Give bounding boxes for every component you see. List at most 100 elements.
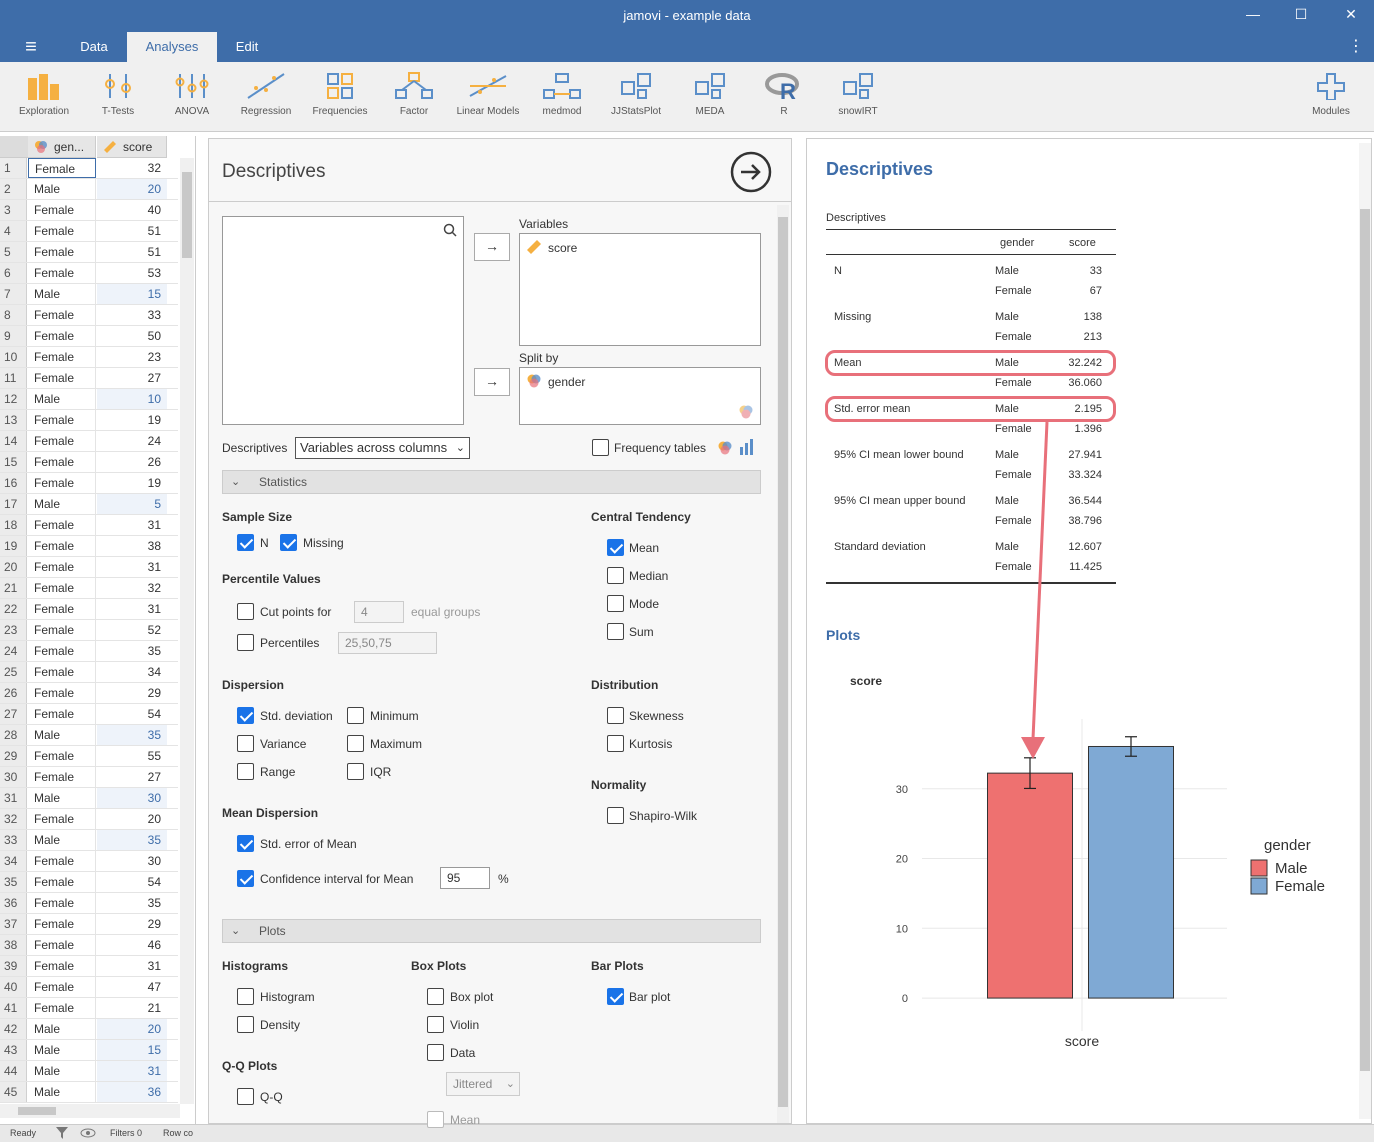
gender-cell[interactable]: Male [28, 284, 96, 304]
table-row[interactable]: 28 Male 35 [0, 725, 178, 746]
gender-cell[interactable]: Female [28, 431, 96, 451]
score-cell[interactable]: 50 [97, 326, 167, 346]
score-cell[interactable]: 34 [97, 662, 167, 682]
iqr-checkbox[interactable] [347, 763, 364, 780]
close-button[interactable]: ✕ [1336, 6, 1366, 26]
row-number[interactable]: 8 [0, 305, 27, 325]
score-cell[interactable]: 51 [97, 221, 167, 241]
gender-cell[interactable]: Female [28, 620, 96, 640]
table-row[interactable]: 40 Female 47 [0, 977, 178, 998]
row-number[interactable]: 20 [0, 557, 27, 577]
std-deviation-checkbox[interactable] [237, 707, 254, 724]
row-number[interactable]: 41 [0, 998, 27, 1018]
median-checkbox[interactable] [607, 567, 624, 584]
anova-button[interactable]: ANOVA [157, 68, 227, 128]
score-cell[interactable]: 26 [97, 452, 167, 472]
score-cell[interactable]: 15 [97, 1040, 167, 1060]
gender-cell[interactable]: Male [28, 1082, 96, 1102]
score-cell[interactable]: 35 [97, 641, 167, 661]
meda-button[interactable]: MEDA [675, 68, 745, 128]
table-row[interactable]: 41 Female 21 [0, 998, 178, 1019]
missing-checkbox[interactable] [280, 534, 297, 551]
score-cell[interactable]: 31 [97, 1061, 167, 1081]
gender-cell[interactable]: Female [28, 809, 96, 829]
gender-cell[interactable]: Female [28, 221, 96, 241]
gender-cell[interactable]: Female [28, 746, 96, 766]
table-row[interactable]: 39 Female 31 [0, 956, 178, 977]
gender-cell[interactable]: Female [28, 326, 96, 346]
gender-cell[interactable]: Male [28, 830, 96, 850]
gender-cell[interactable]: Female [28, 536, 96, 556]
score-cell[interactable]: 35 [97, 725, 167, 745]
cut-points-checkbox[interactable] [237, 603, 254, 620]
table-row[interactable]: 6 Female 53 [0, 263, 178, 284]
score-cell[interactable]: 30 [97, 788, 167, 808]
table-row[interactable]: 9 Female 50 [0, 326, 178, 347]
row-number[interactable]: 26 [0, 683, 27, 703]
score-cell[interactable]: 5 [97, 494, 167, 514]
table-row[interactable]: 37 Female 29 [0, 914, 178, 935]
table-row[interactable]: 22 Female 31 [0, 599, 178, 620]
table-row[interactable]: 4 Female 51 [0, 221, 178, 242]
gender-cell[interactable]: Female [28, 599, 96, 619]
table-row[interactable]: 30 Female 27 [0, 767, 178, 788]
plots-section-header[interactable]: ⌄ Plots [222, 919, 761, 943]
tab-data[interactable]: Data [66, 32, 122, 62]
table-row[interactable]: 7 Male 15 [0, 284, 178, 305]
kurtosis-checkbox[interactable] [607, 735, 624, 752]
table-row[interactable]: 33 Male 35 [0, 830, 178, 851]
gender-cell[interactable]: Female [28, 998, 96, 1018]
bar-plot-checkbox[interactable] [607, 988, 624, 1005]
gender-cell[interactable]: Male [28, 1040, 96, 1060]
row-number[interactable]: 21 [0, 578, 27, 598]
gender-cell[interactable]: Male [28, 179, 96, 199]
row-number[interactable]: 18 [0, 515, 27, 535]
score-cell[interactable]: 31 [97, 515, 167, 535]
row-number[interactable]: 38 [0, 935, 27, 955]
score-cell[interactable]: 54 [97, 704, 167, 724]
table-row[interactable]: 1 Female 32 [0, 158, 178, 179]
gender-cell[interactable]: Female [28, 200, 96, 220]
ci-width-input[interactable]: 95 [440, 867, 490, 889]
table-row[interactable]: 35 Female 54 [0, 872, 178, 893]
gender-cell[interactable]: Female [28, 704, 96, 724]
score-cell[interactable]: 55 [97, 746, 167, 766]
minimize-button[interactable]: — [1238, 6, 1268, 26]
score-cell[interactable]: 20 [97, 809, 167, 829]
score-cell[interactable]: 47 [97, 977, 167, 997]
score-cell[interactable]: 24 [97, 431, 167, 451]
table-row[interactable]: 12 Male 10 [0, 389, 178, 410]
frequencies-button[interactable]: Frequencies [305, 68, 375, 128]
table-row[interactable]: 19 Female 38 [0, 536, 178, 557]
table-row[interactable]: 42 Male 20 [0, 1019, 178, 1040]
score-cell[interactable]: 30 [97, 851, 167, 871]
row-number[interactable]: 42 [0, 1019, 27, 1039]
row-number[interactable]: 4 [0, 221, 27, 241]
table-row[interactable]: 32 Female 20 [0, 809, 178, 830]
table-row[interactable]: 17 Male 5 [0, 494, 178, 515]
table-row[interactable]: 26 Female 29 [0, 683, 178, 704]
table-row[interactable]: 45 Male 36 [0, 1082, 178, 1103]
score-cell[interactable]: 31 [97, 599, 167, 619]
run-arrow-icon[interactable] [730, 151, 772, 193]
gender-cell[interactable]: Female [28, 242, 96, 262]
row-number[interactable]: 22 [0, 599, 27, 619]
gender-cell[interactable]: Female [28, 578, 96, 598]
n-checkbox[interactable] [237, 534, 254, 551]
score-cell[interactable]: 31 [97, 557, 167, 577]
row-number[interactable]: 14 [0, 431, 27, 451]
ci-mean-checkbox[interactable] [237, 870, 254, 887]
table-row[interactable]: 29 Female 55 [0, 746, 178, 767]
descriptives-layout-select[interactable]: Variables across columns ⌄ [295, 437, 470, 459]
table-row[interactable]: 5 Female 51 [0, 242, 178, 263]
table-row[interactable]: 15 Female 26 [0, 452, 178, 473]
filter-icon[interactable] [56, 1127, 68, 1139]
row-number[interactable]: 30 [0, 767, 27, 787]
row-number[interactable]: 35 [0, 872, 27, 892]
row-number[interactable]: 29 [0, 746, 27, 766]
table-row[interactable]: 10 Female 23 [0, 347, 178, 368]
row-number[interactable]: 2 [0, 179, 27, 199]
row-number[interactable]: 9 [0, 326, 27, 346]
table-row[interactable]: 44 Male 31 [0, 1061, 178, 1082]
gender-cell[interactable]: Female [28, 767, 96, 787]
